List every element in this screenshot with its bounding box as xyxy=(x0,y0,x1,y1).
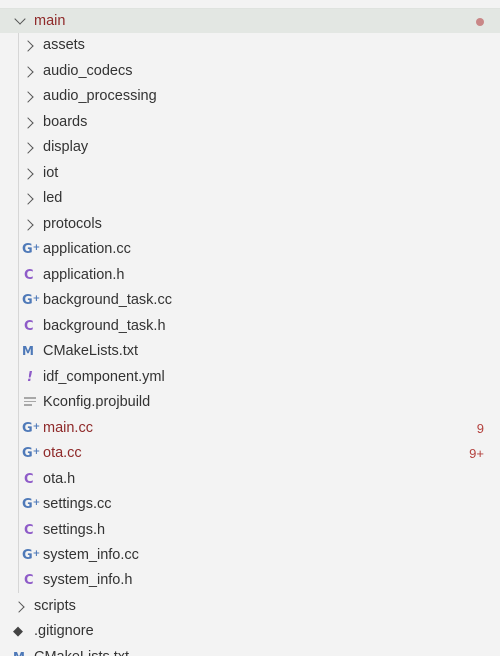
chevron-right-icon[interactable] xyxy=(22,168,34,180)
file-settings-h[interactable]: C settings.h xyxy=(0,518,500,543)
cpp-file-icon: G+ xyxy=(22,293,41,308)
folder-label: audio_codecs xyxy=(43,63,133,79)
chevron-right-icon[interactable] xyxy=(22,117,34,129)
chevron-right-icon[interactable] xyxy=(22,142,34,154)
file-label: .gitignore xyxy=(34,623,94,639)
cmake-file-icon: M xyxy=(22,344,34,358)
file-kconfig-projbuild[interactable]: Kconfig.projbuild xyxy=(0,390,500,415)
folder-label: assets xyxy=(43,37,85,53)
file-label: ota.cc xyxy=(43,445,82,461)
modified-dot-icon xyxy=(476,18,484,26)
file-background-task-cc[interactable]: G+ background_task.cc xyxy=(0,288,500,313)
file-label: CMakeLists.txt xyxy=(34,648,129,656)
chevron-right-icon[interactable] xyxy=(22,91,34,103)
file-settings-cc[interactable]: G+ settings.cc xyxy=(0,492,500,517)
file-background-task-h[interactable]: C background_task.h xyxy=(0,314,500,339)
file-label: application.h xyxy=(43,267,125,283)
c-header-file-icon: C xyxy=(24,523,34,538)
c-header-file-icon: C xyxy=(24,573,34,588)
chevron-right-icon[interactable] xyxy=(22,219,34,231)
folder-led[interactable]: led xyxy=(0,186,500,211)
chevron-right-icon[interactable] xyxy=(22,193,34,205)
folder-display[interactable]: display xyxy=(0,135,500,160)
file-gitignore[interactable]: ◆ .gitignore xyxy=(0,619,500,644)
cpp-file-icon: G+ xyxy=(22,548,41,563)
problem-count-badge: 9+ xyxy=(469,446,484,461)
file-label: Kconfig.projbuild xyxy=(43,394,151,410)
file-label: background_task.cc xyxy=(43,292,172,308)
folder-iot[interactable]: iot xyxy=(0,161,500,186)
folder-label: led xyxy=(43,190,63,206)
cmake-file-icon: M xyxy=(13,649,25,656)
folder-label: iot xyxy=(43,165,59,181)
file-label: idf_component.yml xyxy=(43,369,165,385)
file-label: system_info.cc xyxy=(43,547,139,563)
file-root-cmakelists-txt[interactable]: M CMakeLists.txt xyxy=(0,645,500,656)
folder-protocols[interactable]: protocols xyxy=(0,212,500,237)
folder-label: main xyxy=(34,13,66,29)
problem-count-badge: 9 xyxy=(476,421,484,436)
file-label: application.cc xyxy=(43,241,131,257)
file-ota-cc[interactable]: G+ ota.cc 9+ xyxy=(0,441,500,466)
text-file-icon xyxy=(24,397,36,408)
file-explorer-tree: main assets audio_codecs audio_processin… xyxy=(0,0,500,656)
file-application-cc[interactable]: G+ application.cc xyxy=(0,237,500,262)
folder-label: protocols xyxy=(43,216,102,232)
file-label: main.cc xyxy=(43,420,93,436)
file-idf-component-yml[interactable]: ! idf_component.yml xyxy=(0,365,500,390)
folder-label: audio_processing xyxy=(43,88,157,104)
file-ota-h[interactable]: C ota.h xyxy=(0,467,500,492)
file-label: settings.h xyxy=(43,522,106,538)
c-header-file-icon: C xyxy=(24,472,34,487)
chevron-right-icon[interactable] xyxy=(22,66,34,78)
chevron-right-icon[interactable] xyxy=(13,601,25,613)
cpp-file-icon: G+ xyxy=(22,421,41,436)
folder-audio-codecs[interactable]: audio_codecs xyxy=(0,59,500,84)
chevron-right-icon[interactable] xyxy=(22,40,34,52)
yaml-file-icon: ! xyxy=(27,370,33,385)
git-file-icon: ◆ xyxy=(13,624,23,639)
chevron-down-icon[interactable] xyxy=(14,13,26,25)
file-label: system_info.h xyxy=(43,572,133,588)
file-system-info-h[interactable]: C system_info.h xyxy=(0,568,500,593)
folder-main[interactable]: main xyxy=(0,8,500,33)
folder-boards[interactable]: boards xyxy=(0,110,500,135)
c-header-file-icon: C xyxy=(24,268,34,283)
c-header-file-icon: C xyxy=(24,319,34,334)
file-label: CMakeLists.txt xyxy=(43,343,139,359)
file-application-h[interactable]: C application.h xyxy=(0,263,500,288)
file-label: background_task.h xyxy=(43,318,166,334)
folder-label: boards xyxy=(43,114,88,130)
file-main-cc[interactable]: G+ main.cc 9 xyxy=(0,416,500,441)
file-label: ota.h xyxy=(43,471,76,487)
file-label: settings.cc xyxy=(43,496,112,512)
folder-label: scripts xyxy=(34,598,76,614)
folder-scripts[interactable]: scripts xyxy=(0,594,500,619)
folder-audio-processing[interactable]: audio_processing xyxy=(0,84,500,109)
folder-assets[interactable]: assets xyxy=(0,33,500,58)
file-cmakelists-txt[interactable]: M CMakeLists.txt xyxy=(0,339,500,364)
file-system-info-cc[interactable]: G+ system_info.cc xyxy=(0,543,500,568)
cpp-file-icon: G+ xyxy=(22,242,41,257)
folder-label: display xyxy=(43,139,89,155)
cpp-file-icon: G+ xyxy=(22,497,41,512)
cpp-file-icon: G+ xyxy=(22,446,41,461)
